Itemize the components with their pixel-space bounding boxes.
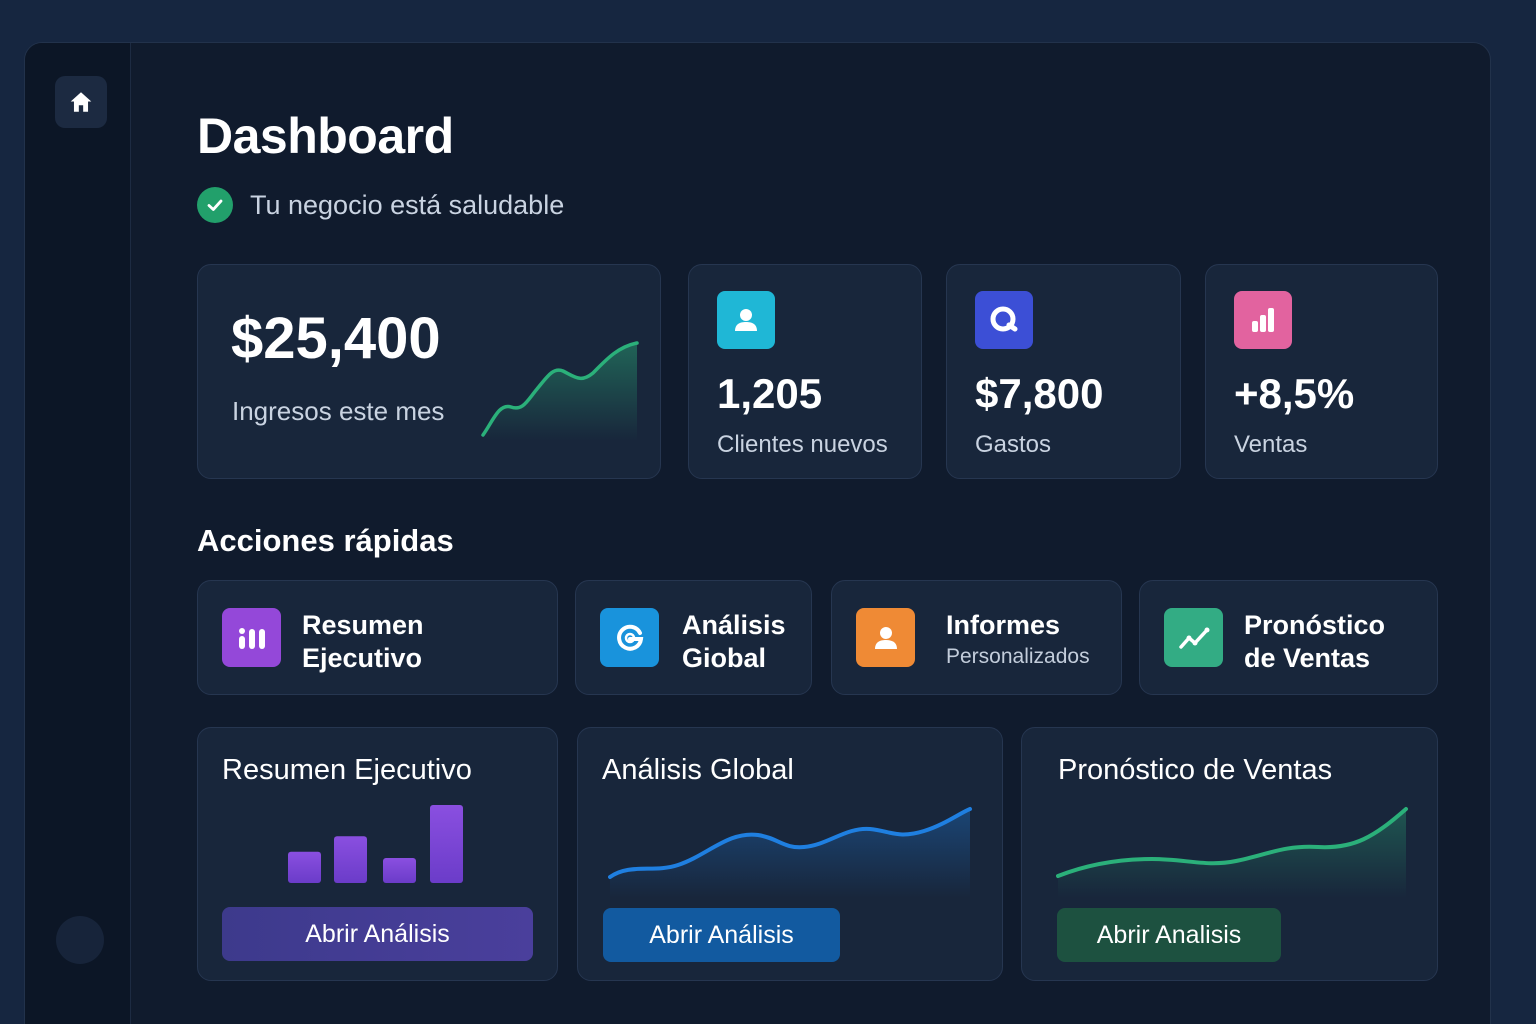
kpi-label: Gastos (975, 431, 1052, 458)
globe-g-icon (600, 608, 659, 667)
kpi-value: 1,205 (717, 370, 823, 417)
quick-action-label: Informes Personalizados (946, 609, 1090, 672)
revenue-sparkline (481, 341, 639, 441)
quick-action-executive-summary[interactable]: Resumen Ejecutivo (197, 580, 558, 695)
kpi-label: Clientes nuevos (717, 431, 888, 458)
page-title: Dashboard (197, 108, 454, 164)
bar-chart (288, 805, 463, 883)
quick-action-label: Pronóstico de Ventas (1244, 609, 1385, 675)
quick-action-label: Resumen Ejecutivo (302, 609, 424, 675)
app-window: Dashboard Tu negocio está saludable $25,… (24, 42, 1491, 1024)
quick-action-sales-forecast[interactable]: Pronóstico de Ventas (1139, 580, 1438, 695)
quick-action-custom-reports[interactable]: Informes Personalizados (831, 580, 1122, 695)
user-icon (856, 608, 915, 667)
status-text: Tu negocio está saludable (250, 189, 565, 220)
revenue-label: Ingresos este mes (232, 396, 445, 426)
line-chart (1056, 807, 1408, 898)
search-icon (975, 291, 1033, 349)
avatar[interactable] (56, 916, 104, 964)
bar-chart-icon (222, 608, 281, 667)
chart-bar (430, 805, 463, 883)
quick-action-line1: Informes (946, 610, 1061, 640)
panel-title: Análisis Global (602, 754, 794, 786)
user-icon (717, 291, 775, 349)
open-analysis-button[interactable]: Abrir Analisis (1057, 908, 1281, 962)
revenue-value: $25,400 (231, 306, 441, 371)
open-analysis-button[interactable]: Abrir Análisis (603, 908, 840, 962)
panel-executive-summary: Resumen Ejecutivo Abrir Análisis (197, 727, 558, 981)
sidebar (25, 43, 131, 1024)
quick-action-line2: Personalizados (946, 645, 1090, 668)
panel-sales-forecast: Pronóstico de Ventas Abrir Analisis (1021, 727, 1438, 981)
kpi-value: $7,800 (975, 370, 1104, 417)
open-analysis-button[interactable]: Abrir Análisis (222, 907, 533, 961)
kpi-value: +8,5% (1234, 370, 1355, 417)
quick-action-line1: Pronóstico (1244, 610, 1386, 640)
quick-action-line2: Ejecutivo (302, 643, 423, 673)
quick-action-global-analysis[interactable]: Análisis Giobal (575, 580, 812, 695)
trend-up-icon (1164, 608, 1223, 667)
kpi-label: Ventas (1234, 431, 1308, 458)
panel-title: Resumen Ejecutivo (222, 754, 472, 786)
chart-bar (334, 836, 367, 883)
health-status: Tu negocio está saludable (197, 187, 564, 223)
chart-bar (383, 858, 416, 883)
home-icon (70, 92, 92, 112)
chart-bar (288, 851, 321, 883)
panel-global-analysis: Análisis Global Abrir Análisis (577, 727, 1003, 981)
home-button[interactable] (55, 76, 107, 128)
quick-actions-title: Acciones rápidas (197, 523, 454, 558)
quick-action-line2: Giobal (682, 643, 767, 673)
bar-chart-icon (1234, 291, 1292, 349)
main-content: Dashboard Tu negocio está saludable $25,… (197, 43, 1490, 1024)
kpi-card-clients[interactable]: 1,205 Clientes nuevos (688, 264, 922, 479)
quick-action-line1: Resumen (302, 610, 424, 640)
panel-title: Pronóstico de Ventas (1058, 754, 1333, 786)
quick-action-label: Análisis Giobal (682, 609, 786, 675)
line-chart (608, 807, 972, 898)
quick-action-line1: Análisis (682, 610, 786, 640)
quick-action-line2: de Ventas (1244, 643, 1371, 673)
revenue-card[interactable]: $25,400 Ingresos este mes (197, 264, 661, 479)
check-circle-icon (197, 187, 233, 223)
kpi-card-sales[interactable]: +8,5% Ventas (1205, 264, 1438, 479)
kpi-card-expenses[interactable]: $7,800 Gastos (946, 264, 1181, 479)
